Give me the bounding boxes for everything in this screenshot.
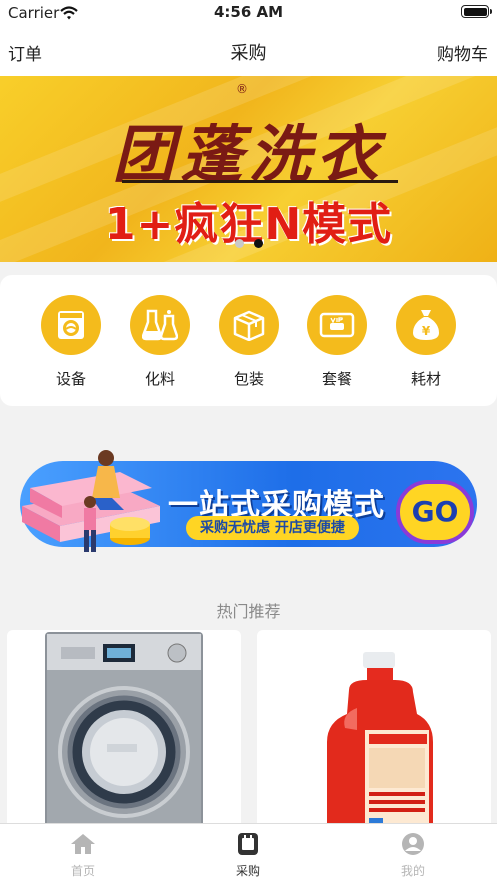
washing-machine-image <box>45 632 203 830</box>
go-button[interactable]: GO <box>396 480 474 544</box>
category-label: 包装 <box>233 370 264 388</box>
hero-divider <box>122 180 398 183</box>
tab-home[interactable]: 首页 <box>48 832 118 879</box>
category-label: 耗材 <box>410 370 441 388</box>
carousel-dot-active[interactable] <box>254 239 263 248</box>
vip-card-icon <box>307 295 367 355</box>
purchase-icon <box>238 833 258 855</box>
detergent-bottle-image <box>327 652 433 830</box>
category-packaging[interactable]: 包装 <box>219 295 279 389</box>
section-title: 热门推荐 <box>216 602 281 621</box>
battery-icon <box>461 5 492 18</box>
category-packages[interactable]: 套餐 <box>307 295 367 389</box>
chemistry-flask-icon <box>130 295 190 355</box>
money-bag-icon: ¥ <box>396 295 456 355</box>
category-consumables[interactable]: ¥ 耗材 <box>396 295 456 389</box>
category-label: 化料 <box>144 370 175 388</box>
tab-label: 采购 <box>235 864 260 878</box>
tab-purchase[interactable]: 采购 <box>213 832 283 879</box>
registered-mark: ® <box>236 82 248 96</box>
tab-label: 首页 <box>70 864 95 878</box>
carousel-dot[interactable] <box>235 239 244 248</box>
category-label: 设备 <box>55 370 86 388</box>
product-card-detergent[interactable] <box>257 630 491 830</box>
hero-banner[interactable]: ® 团蓬洗衣 1+疯狂N模式 <box>0 76 497 262</box>
page-title: 采购 <box>230 43 267 64</box>
promo-subtitle: 采购无忧虑 开店更便捷 <box>186 516 359 540</box>
home-icon <box>71 834 95 854</box>
category-equipment[interactable]: 设备 <box>41 295 101 389</box>
nav-bar: 订单 采购 购物车 <box>0 26 497 76</box>
status-bar: Carrier 4:56 AM <box>0 0 497 26</box>
category-card: 设备 化料 包装 套餐 ¥ 耗材 <box>0 275 497 406</box>
tab-label: 我的 <box>400 864 425 878</box>
promo-illustration <box>22 450 160 552</box>
product-card-washer[interactable] <box>7 630 241 830</box>
promo-banner[interactable]: 一站式采购模式 采购无忧虑 开店更便捷 GO <box>0 436 497 566</box>
category-label: 套餐 <box>321 370 352 388</box>
clock: 4:56 AM <box>213 3 284 21</box>
svg-text:¥: ¥ <box>422 324 431 338</box>
category-chemicals[interactable]: 化料 <box>130 295 190 389</box>
cart-button[interactable]: 购物车 <box>437 40 488 65</box>
washing-machine-icon <box>41 295 101 355</box>
hero-subtitle: 1+疯狂N模式 <box>104 199 393 250</box>
tab-bar: 首页 采购 我的 <box>0 823 497 883</box>
user-icon <box>402 833 424 855</box>
tab-mine[interactable]: 我的 <box>378 832 448 879</box>
package-box-icon <box>219 295 279 355</box>
